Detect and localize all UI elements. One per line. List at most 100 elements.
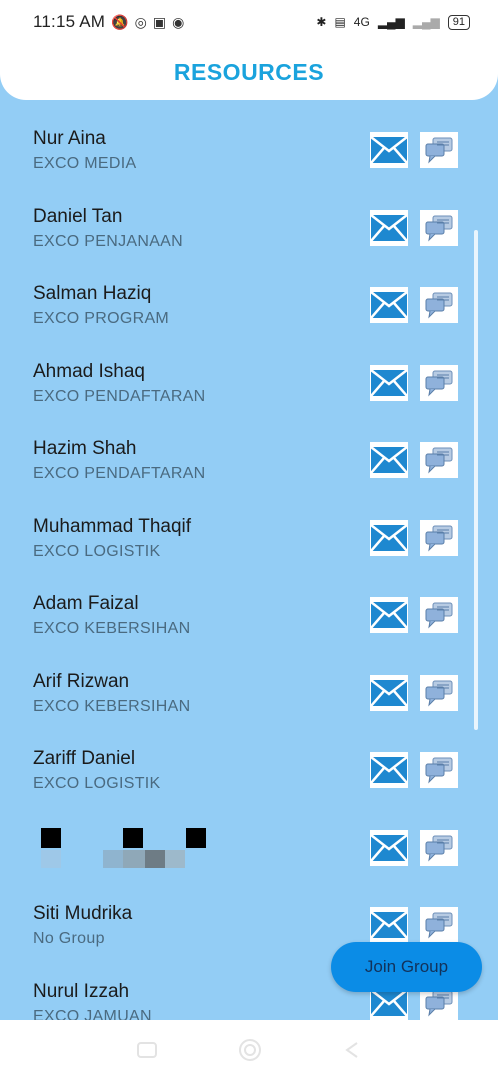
contact-name: Zariff Daniel: [33, 748, 136, 769]
redaction-block: [123, 827, 143, 848]
list-item[interactable]: [0, 826, 470, 886]
contact-group: EXCO JAMUAN: [33, 1007, 152, 1021]
redaction-block: [123, 849, 145, 868]
list-item[interactable]: Salman Haziq EXCO PROGRAM: [0, 283, 470, 343]
redaction-block: [41, 827, 61, 848]
chat-button[interactable]: [420, 209, 458, 246]
list-item[interactable]: Zariff Daniel EXCO LOGISTIK: [0, 748, 470, 808]
contact-name: Siti Mudrika: [33, 903, 133, 924]
contact-group: EXCO PROGRAM: [33, 310, 170, 327]
chat-bubble-icon: [425, 602, 453, 629]
contact-name: Daniel Tan: [33, 205, 123, 227]
redaction-block: [41, 849, 61, 868]
shopping-icon: ▣: [152, 13, 167, 30]
envelope-icon: [371, 447, 407, 473]
contact-name: Nurul Izzah: [33, 980, 130, 1002]
contact-name: Adam Faizal: [33, 593, 139, 614]
list-item[interactable]: Hazim Shah EXCO PENDAFTARAN: [0, 438, 470, 498]
status-time: 11:15 AM: [33, 12, 106, 31]
email-button[interactable]: [370, 752, 408, 788]
redaction-block: [186, 827, 206, 848]
contact-group: EXCO PENJANAAN: [33, 232, 184, 250]
envelope-icon: [371, 292, 407, 318]
chat-bubble-icon: [425, 912, 453, 939]
home-icon[interactable]: [238, 1038, 262, 1062]
email-button[interactable]: [370, 674, 408, 711]
email-button[interactable]: [370, 519, 408, 556]
join-group-button[interactable]: Join Group: [331, 942, 482, 992]
envelope-icon: [371, 757, 407, 783]
list-item[interactable]: Arif Rizwan EXCO KEBERSIHAN: [0, 671, 470, 731]
notification-icons: 🔕 ◎ ▣ ◉: [111, 14, 184, 31]
contact-group: EXCO LOGISTIK: [33, 542, 161, 560]
chat-bubble-icon: [425, 990, 453, 1016]
chat-button[interactable]: [420, 907, 458, 943]
envelope-icon: [371, 989, 407, 1016]
list-item[interactable]: Adam Faizal EXCO KEBERSIHAN: [0, 593, 470, 653]
chat-button[interactable]: [420, 752, 458, 788]
envelope-icon: [371, 524, 407, 551]
email-button[interactable]: [370, 829, 408, 866]
chat-button[interactable]: [420, 132, 458, 168]
contact-group: EXCO PENDAFTARAN: [33, 387, 206, 405]
volte-icon: ▤: [334, 15, 346, 29]
email-button[interactable]: [370, 907, 408, 943]
chat-bubble-icon: [425, 370, 453, 396]
contact-group: EXCO KEBERSIHAN: [33, 697, 191, 715]
scrollbar[interactable]: [474, 230, 478, 730]
contact-group: EXCO KEBERSIHAN: [33, 620, 191, 637]
contact-group: No Group: [33, 930, 105, 947]
email-button[interactable]: [370, 132, 408, 168]
chat-bubble-icon: [425, 137, 453, 164]
envelope-icon: [371, 679, 407, 706]
contact-name: Arif Rizwan: [33, 670, 130, 692]
chat-button[interactable]: [420, 829, 458, 866]
contact-name: Ahmad Ishaq: [33, 360, 145, 382]
whatsapp-icon: ◎: [134, 13, 147, 30]
chat-button[interactable]: [420, 442, 458, 478]
status-bar: 11:15 AM 🔕 ◎ ▣ ◉ ✱ ▤ 4G ▂▄▆ ▂▄▆ 91: [0, 0, 498, 44]
status-right: ✱ ▤ 4G ▂▄▆ ▂▄▆ 91: [316, 14, 470, 30]
signal-icon: ▂▄▆: [377, 15, 405, 29]
email-button[interactable]: [370, 442, 408, 478]
contact-name: Nur Aina: [33, 128, 106, 149]
recent-apps-icon[interactable]: [136, 1041, 158, 1059]
back-icon[interactable]: [342, 1040, 362, 1060]
bluetooth-icon: ✱: [316, 15, 327, 29]
chat-button[interactable]: [420, 519, 458, 556]
contact-group: EXCO LOGISTIK: [33, 775, 161, 792]
signal-2-icon: ▂▄▆: [412, 15, 440, 29]
chat-button[interactable]: [420, 287, 458, 323]
contact-group: EXCO MEDIA: [33, 155, 137, 172]
page-title: RESOURCES: [173, 58, 325, 85]
redaction-block: [165, 849, 185, 868]
email-button[interactable]: [370, 364, 408, 401]
chat-button[interactable]: [420, 674, 458, 711]
redaction-block: [145, 849, 165, 868]
chat-bubble-icon: [425, 680, 453, 706]
email-button[interactable]: [370, 209, 408, 246]
app-header: RESOURCES: [0, 44, 498, 100]
envelope-icon: [371, 369, 407, 396]
network-type: 4G: [353, 15, 370, 29]
list-item[interactable]: Muhammad Thaqif EXCO LOGISTIK: [0, 516, 470, 576]
chat-bubble-icon: [425, 757, 453, 784]
contact-name: Hazim Shah: [33, 438, 137, 459]
envelope-icon: [371, 137, 407, 163]
email-button[interactable]: [370, 287, 408, 323]
mute-icon: 🔕: [111, 13, 129, 30]
chat-bubble-icon: [425, 292, 453, 319]
redaction-block: [103, 849, 123, 868]
redacted-name: [33, 827, 213, 872]
list-item[interactable]: Nur Aina EXCO MEDIA: [0, 128, 470, 188]
contact-name: Salman Haziq: [33, 283, 152, 304]
list-item[interactable]: Ahmad Ishaq EXCO PENDAFTARAN: [0, 361, 470, 421]
contact-group: EXCO PENDAFTARAN: [33, 465, 206, 482]
system-nav-bar: [0, 1020, 498, 1080]
list-item[interactable]: Daniel Tan EXCO PENJANAAN: [0, 206, 470, 266]
contact-list[interactable]: Nur Aina EXCO MEDIA Daniel Tan EXCO PENJANA…: [0, 100, 498, 1020]
email-button[interactable]: [370, 597, 408, 633]
chat-button[interactable]: [420, 597, 458, 633]
contact-name: Muhammad Thaqif: [33, 515, 192, 537]
chat-button[interactable]: [420, 364, 458, 401]
